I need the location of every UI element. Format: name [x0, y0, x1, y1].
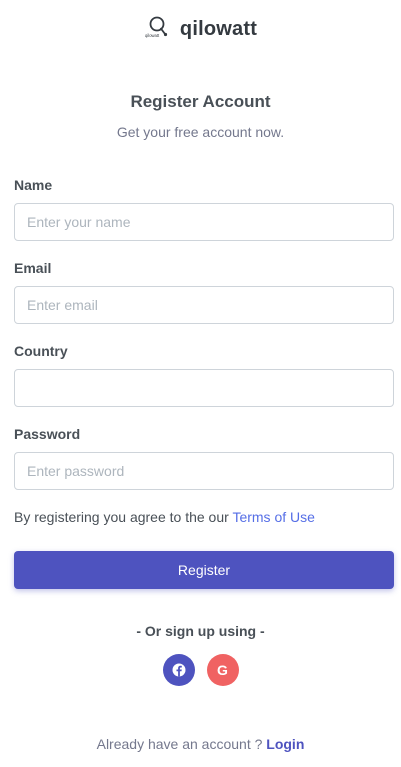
- facebook-icon: [172, 663, 185, 677]
- social-divider-text: Or sign up using: [144, 623, 257, 639]
- country-input[interactable]: [14, 369, 394, 407]
- register-page: qilowatt qilowatt Register Account Get y…: [0, 0, 401, 767]
- name-label: Name: [14, 177, 53, 193]
- brand: qilowatt qilowatt: [0, 14, 401, 44]
- login-prompt: Already have an account ? Login: [0, 736, 401, 752]
- facebook-button[interactable]: [162, 654, 195, 686]
- divider-dash-left: -: [136, 623, 141, 639]
- google-icon: G: [217, 662, 228, 678]
- brand-name: qilowatt: [179, 17, 258, 40]
- name-input[interactable]: [14, 203, 394, 241]
- terms-of-use-link[interactable]: Terms of Use: [232, 509, 314, 525]
- brand-logo-text: qilowatt: [145, 33, 160, 38]
- email-input[interactable]: [14, 286, 394, 324]
- register-button[interactable]: Register: [14, 551, 394, 589]
- social-divider: - Or sign up using -: [0, 623, 401, 639]
- password-label: Password: [14, 426, 81, 442]
- login-link[interactable]: Login: [266, 736, 304, 752]
- terms-text: By registering you agree to the our Term…: [14, 509, 315, 525]
- social-buttons: G: [0, 654, 401, 686]
- brand-logo-icon: qilowatt: [145, 16, 168, 38]
- login-prompt-text: Already have an account ?: [96, 736, 267, 752]
- terms-prefix: By registering you agree to the our: [14, 509, 233, 525]
- password-input[interactable]: [14, 452, 394, 490]
- page-subtitle: Get your free account now.: [116, 124, 285, 140]
- divider-dash-right: -: [260, 623, 265, 639]
- google-button[interactable]: G: [206, 654, 239, 686]
- country-label: Country: [14, 343, 68, 359]
- page-title: Register Account: [130, 92, 271, 111]
- email-label: Email: [14, 260, 52, 276]
